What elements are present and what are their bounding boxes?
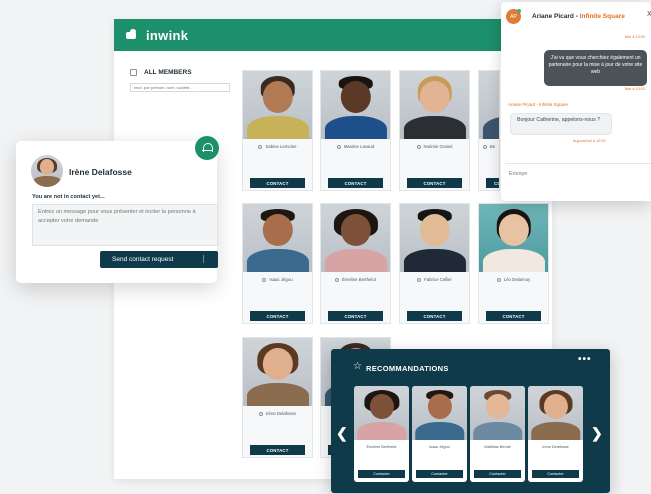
- user-icon: [258, 144, 263, 149]
- member-photo: [243, 204, 312, 272]
- message-timestamp: Mar à 13:02: [624, 35, 645, 39]
- recommendation-card[interactable]: Irène Delafosse Contacter: [528, 386, 583, 482]
- member-photo: [243, 71, 312, 139]
- app-header: inwink: [114, 19, 552, 51]
- incoming-message: Bonjour Catherine, appelons-nous ?: [510, 113, 612, 135]
- send-contact-request-button[interactable]: Send contact request: [100, 251, 218, 268]
- contact-button[interactable]: CONTACT: [486, 311, 541, 321]
- member-card[interactable]: Maxime Lavaud CONTACT: [320, 70, 391, 191]
- contact-button[interactable]: CONTACT: [407, 178, 462, 188]
- user-icon: [336, 144, 341, 149]
- user-icon: [335, 277, 340, 282]
- user-icon: [417, 277, 422, 282]
- brand-name: inwink: [146, 27, 189, 43]
- chat-message-input[interactable]: [505, 163, 651, 201]
- member-photo: [321, 204, 390, 272]
- member-name: Be: [479, 144, 499, 149]
- divider: [203, 255, 204, 263]
- member-photo: [528, 386, 583, 440]
- member-name: Sabine Lemoine: [243, 144, 312, 149]
- outgoing-message: J'ai vu que vous cherchiez également un …: [544, 50, 647, 86]
- inwink-logo-icon: [126, 29, 140, 41]
- recommendation-card[interactable]: Isaac Jégou Contacter: [412, 386, 467, 482]
- member-photo: [400, 71, 469, 139]
- contacter-button[interactable]: Contacter: [474, 470, 521, 478]
- contacter-button[interactable]: Contacter: [532, 470, 579, 478]
- member-card[interactable]: Isaac Jégou CONTACT: [242, 203, 313, 324]
- bell-plus-icon[interactable]: [195, 136, 219, 160]
- members-title: ALL MEMBERS: [130, 69, 230, 76]
- member-photo: [400, 204, 469, 272]
- member-name: Irène Delafosse: [542, 445, 569, 449]
- members-title-label: ALL MEMBERS: [144, 69, 192, 76]
- member-card[interactable]: Noémie Granel CONTACT: [399, 70, 470, 191]
- chat-title: Ariane Picard - Infinite Square: [532, 13, 625, 20]
- more-options-icon[interactable]: •••: [578, 354, 592, 365]
- member-name: Léo Delannoy: [479, 277, 548, 282]
- contact-name: Irène Delafosse: [69, 167, 132, 177]
- member-card[interactable]: Fabrice Cellier CONTACT: [399, 203, 470, 324]
- member-name: Émeline Berthelot: [366, 445, 397, 449]
- contact-status: You are not in contact yet...: [32, 194, 105, 200]
- user-icon: [258, 411, 263, 416]
- chevron-right-icon[interactable]: ❯: [591, 425, 603, 442]
- member-name: Matthias Benoit: [484, 445, 511, 449]
- contacter-button[interactable]: Contacter: [358, 470, 405, 478]
- contact-button[interactable]: CONTACT: [407, 311, 462, 321]
- online-status-icon: [517, 9, 521, 13]
- avatar: [31, 155, 63, 187]
- user-icon: [483, 144, 487, 149]
- member-photo: [470, 386, 525, 440]
- user-icon: [416, 144, 421, 149]
- contact-button[interactable]: CONTACT: [328, 178, 383, 188]
- member-photo: [479, 71, 499, 139]
- member-card[interactable]: Sabine Lemoine CONTACT: [242, 70, 313, 191]
- member-name: Irène Delafosse: [243, 411, 312, 416]
- contact-button[interactable]: CONTACT: [250, 311, 305, 321]
- intro-message-field[interactable]: [32, 204, 218, 246]
- star-icon: ☆: [353, 361, 362, 372]
- message-timestamp: Aujourd'hui à 10:20: [573, 139, 606, 143]
- search-input[interactable]: [130, 83, 230, 92]
- member-card[interactable]: Émeline Berthelot CONTACT: [320, 203, 391, 324]
- send-contact-request-label: Send contact request: [112, 256, 174, 263]
- member-photo: [321, 71, 390, 139]
- recommendation-card[interactable]: Émeline Berthelot Contacter: [354, 386, 409, 482]
- member-photo: [243, 338, 312, 406]
- contacter-button[interactable]: Contacter: [416, 470, 463, 478]
- recommendations-title: RECOMMANDATIONS: [366, 364, 449, 373]
- member-name: Fabrice Cellier: [400, 277, 469, 282]
- chat-panel: AP Ariane Picard - Infinite Square X Mar…: [501, 2, 651, 201]
- list-icon: [130, 69, 137, 76]
- member-card[interactable]: Be CO: [478, 70, 500, 191]
- member-name: Maxime Lavaud: [321, 144, 390, 149]
- member-photo: [354, 386, 409, 440]
- close-icon[interactable]: X: [647, 11, 651, 18]
- member-name: Isaac Jégou: [243, 277, 312, 282]
- members-filter: ALL MEMBERS: [130, 69, 230, 94]
- message-timestamp: Mar à 13:03: [624, 87, 645, 91]
- contact-request-modal: Irène Delafosse You are not in contact y…: [16, 136, 219, 283]
- recommendations-panel: ☆ RECOMMANDATIONS ••• ❮ ❯ Émeline Berthe…: [331, 349, 610, 493]
- member-name: Isaac Jégou: [429, 445, 450, 449]
- contact-button[interactable]: CONTACT: [328, 311, 383, 321]
- chevron-left-icon[interactable]: ❮: [336, 425, 348, 442]
- member-name: Émeline Berthelot: [321, 277, 390, 282]
- member-photo: [479, 204, 548, 272]
- member-card[interactable]: Léo Delannoy CONTACT: [478, 203, 549, 324]
- member-photo: [412, 386, 467, 440]
- recommendation-card[interactable]: Matthias Benoit Contacter: [470, 386, 525, 482]
- user-icon: [262, 277, 267, 282]
- contact-button[interactable]: CO: [486, 178, 499, 188]
- member-card[interactable]: Irène Delafosse CONTACT: [242, 337, 313, 458]
- contact-button[interactable]: CONTACT: [250, 178, 305, 188]
- member-name: Noémie Granel: [400, 144, 469, 149]
- user-icon: [496, 277, 501, 282]
- contact-button[interactable]: CONTACT: [250, 445, 305, 455]
- message-author: Ariane Picard - Infinite Square: [508, 102, 569, 107]
